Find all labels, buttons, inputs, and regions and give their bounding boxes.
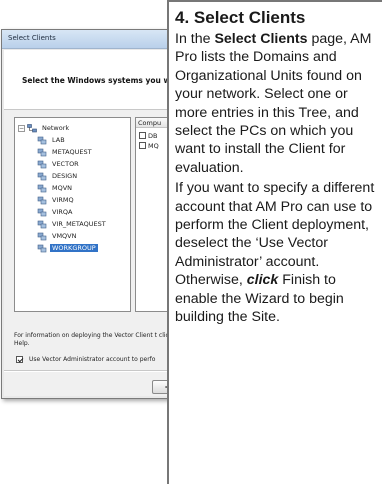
tree-root-label: Network — [42, 124, 70, 132]
domain-icon — [37, 208, 47, 217]
tree-item-virqa[interactable]: VIRQA — [37, 206, 74, 218]
computer-name: DB — [148, 131, 158, 140]
collapse-icon[interactable]: − — [18, 124, 25, 132]
domain-icon — [37, 232, 47, 241]
paragraph-account: If you want to specify a different accou… — [175, 179, 380, 326]
use-admin-checkbox[interactable] — [16, 356, 23, 363]
tree-item-design[interactable]: DESIGN — [37, 170, 79, 182]
tree-item-label: VECTOR — [52, 160, 79, 168]
computer-checkbox[interactable] — [139, 132, 146, 139]
use-admin-option[interactable]: Use Vector Administrator account to perf… — [16, 356, 155, 363]
tree-item-label: MQVN — [52, 184, 73, 192]
domain-tree[interactable]: − Network LAB METAQUEST VECTOR DESIGN MQ… — [14, 117, 131, 312]
domain-icon — [37, 148, 47, 157]
tree-item-lab[interactable]: LAB — [37, 134, 67, 146]
tree-item-label: METAQUEST — [52, 148, 92, 156]
dialog-title: Select Clients — [8, 34, 56, 42]
tree-item-vir-metaquest[interactable]: VIR_METAQUEST — [37, 218, 108, 230]
tree-item-label: VIRQA — [52, 208, 73, 216]
tree-item-label: VMQVN — [52, 232, 77, 240]
domain-icon — [37, 220, 47, 229]
domain-icon — [37, 160, 47, 169]
text-run: page, AM Pro lists the Domains and Organ… — [175, 31, 372, 176]
tree-root-network[interactable]: − Network — [18, 122, 71, 134]
text-run-bold-italic: click — [246, 272, 279, 289]
tree-item-label-selected: WORKGROUP — [50, 244, 98, 252]
wizard-heading: Select the Windows systems you wa — [22, 76, 176, 85]
network-icon — [27, 123, 37, 133]
computer-name: MQ — [148, 141, 159, 150]
domain-icon — [37, 196, 47, 205]
text-run-bold: Select Clients — [214, 31, 308, 47]
step-title: 4. Select Clients — [175, 8, 306, 27]
tree-item-metaquest[interactable]: METAQUEST — [37, 146, 94, 158]
computer-row[interactable]: DB — [139, 131, 157, 140]
tree-item-label: DESIGN — [52, 172, 78, 180]
domain-icon — [37, 244, 47, 253]
text-run: In the — [175, 31, 215, 47]
tree-item-label: LAB — [52, 136, 65, 144]
tree-item-virmq[interactable]: VIRMQ — [37, 194, 76, 206]
instruction-callout: 4. Select Clients In the Select Clients … — [167, 0, 382, 484]
tree-item-label: VIR_METAQUEST — [52, 220, 106, 228]
paragraph-select-clients: In the Select Clients page, AM Pro lists… — [175, 30, 380, 177]
tree-item-vmqvn[interactable]: VMQVN — [37, 230, 78, 242]
tree-item-workgroup[interactable]: WORKGROUP — [37, 242, 98, 254]
computer-checkbox[interactable] — [139, 142, 146, 149]
use-admin-label: Use Vector Administrator account to perf… — [29, 356, 156, 363]
callout-content: 4. Select Clients In the Select Clients … — [175, 8, 380, 327]
tree-item-label: VIRMQ — [52, 196, 74, 204]
computer-row[interactable]: MQ — [139, 141, 159, 150]
domain-icon — [37, 184, 47, 193]
domain-icon — [37, 136, 47, 145]
tree-item-mqvn[interactable]: MQVN — [37, 182, 74, 194]
domain-icon — [37, 172, 47, 181]
tree-item-vector[interactable]: VECTOR — [37, 158, 81, 170]
deploy-info-text: For information on deploying the Vector … — [14, 332, 173, 347]
